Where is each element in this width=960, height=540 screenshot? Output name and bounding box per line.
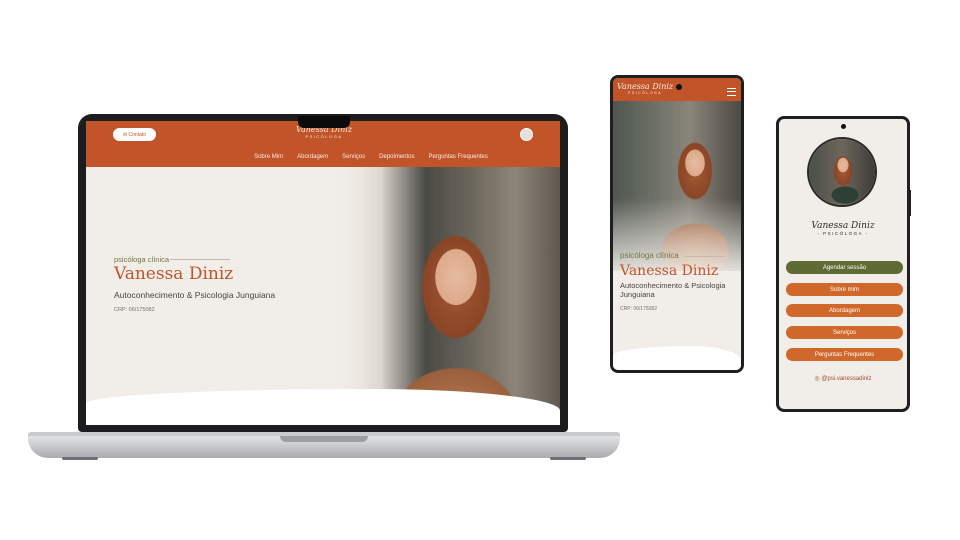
front-camera bbox=[676, 84, 682, 90]
laptop-groove bbox=[280, 436, 368, 442]
main-nav: Sobre Mim Abordagem Serviços Depoimentos… bbox=[86, 154, 560, 160]
links-logo-subtitle: - PSICÓLOGA - bbox=[817, 231, 869, 236]
mobile-logo-subtitle: PSICÓLOGA bbox=[628, 91, 663, 95]
nav-perguntas-frequentes[interactable]: Perguntas Frequentes bbox=[429, 154, 488, 160]
mobile-hero-subtitle: Autoconhecimento & Psicologia Junguiana bbox=[620, 281, 726, 299]
hero-kicker: psicóloga clínica bbox=[114, 255, 170, 264]
phone-screen-links: Vanessa Diniz - PSICÓLOGA - Agendar sess… bbox=[779, 119, 907, 409]
hero-name: Vanessa Diniz bbox=[114, 264, 234, 284]
instagram-link[interactable]: ◎ @psi.vanessadiniz bbox=[793, 375, 893, 382]
links-logo-name: Vanessa Diniz bbox=[811, 221, 875, 231]
services-button[interactable]: Serviços bbox=[786, 326, 903, 339]
about-me-button[interactable]: Sobre mim bbox=[786, 283, 903, 296]
laptop-screen: ✉ Contato Vanessa Diniz PSICÓLOGA Sobre … bbox=[86, 121, 560, 425]
mobile-hero-name: Vanessa Diniz bbox=[620, 263, 719, 279]
phone-side-button bbox=[909, 190, 911, 216]
approach-button[interactable]: Abordagem bbox=[786, 304, 903, 317]
whatsapp-icon[interactable] bbox=[520, 128, 533, 141]
laptop-foot-right bbox=[550, 457, 586, 460]
schedule-session-button[interactable]: Agendar sessão bbox=[786, 261, 903, 274]
kicker-divider bbox=[170, 259, 230, 260]
laptop-camera-notch bbox=[298, 116, 350, 128]
phone-screen-home: Vanessa Diniz PSICÓLOGA psicóloga clínic… bbox=[613, 78, 741, 370]
hero-crp: CRP: 06/175082 bbox=[114, 307, 155, 313]
nav-servicos[interactable]: Serviços bbox=[342, 154, 365, 160]
avatar bbox=[809, 139, 875, 205]
mobile-logo[interactable]: Vanessa Diniz PSICÓLOGA bbox=[617, 82, 674, 96]
mobile-header: Vanessa Diniz PSICÓLOGA bbox=[613, 78, 741, 101]
contact-button[interactable]: ✉ Contato bbox=[113, 128, 156, 141]
links-logo: Vanessa Diniz - PSICÓLOGA - bbox=[793, 221, 893, 236]
mobile-wave-divider bbox=[613, 346, 741, 370]
nav-depoimentos[interactable]: Depoimentos bbox=[379, 154, 414, 160]
mobile-hero-kicker: psicóloga clínica bbox=[620, 251, 679, 260]
nav-sobre-mim[interactable]: Sobre Mim bbox=[254, 154, 283, 160]
faq-button[interactable]: Perguntas Frequentes bbox=[786, 348, 903, 361]
nav-abordagem[interactable]: Abordagem bbox=[297, 154, 328, 160]
hero-wave-divider bbox=[86, 389, 560, 425]
mobile-logo-name: Vanessa Diniz bbox=[617, 82, 674, 91]
front-camera bbox=[841, 124, 846, 129]
hamburger-menu-icon[interactable] bbox=[727, 88, 736, 96]
mobile-kicker-divider bbox=[685, 256, 725, 257]
hero-photo-fade bbox=[326, 167, 386, 425]
hero-subtitle: Autoconhecimento & Psicologia Junguiana bbox=[114, 290, 276, 300]
mobile-hero-crp: CRP: 06/175082 bbox=[620, 306, 657, 312]
laptop-foot-left bbox=[62, 457, 98, 460]
logo-subtitle: PSICÓLOGA bbox=[305, 134, 343, 139]
